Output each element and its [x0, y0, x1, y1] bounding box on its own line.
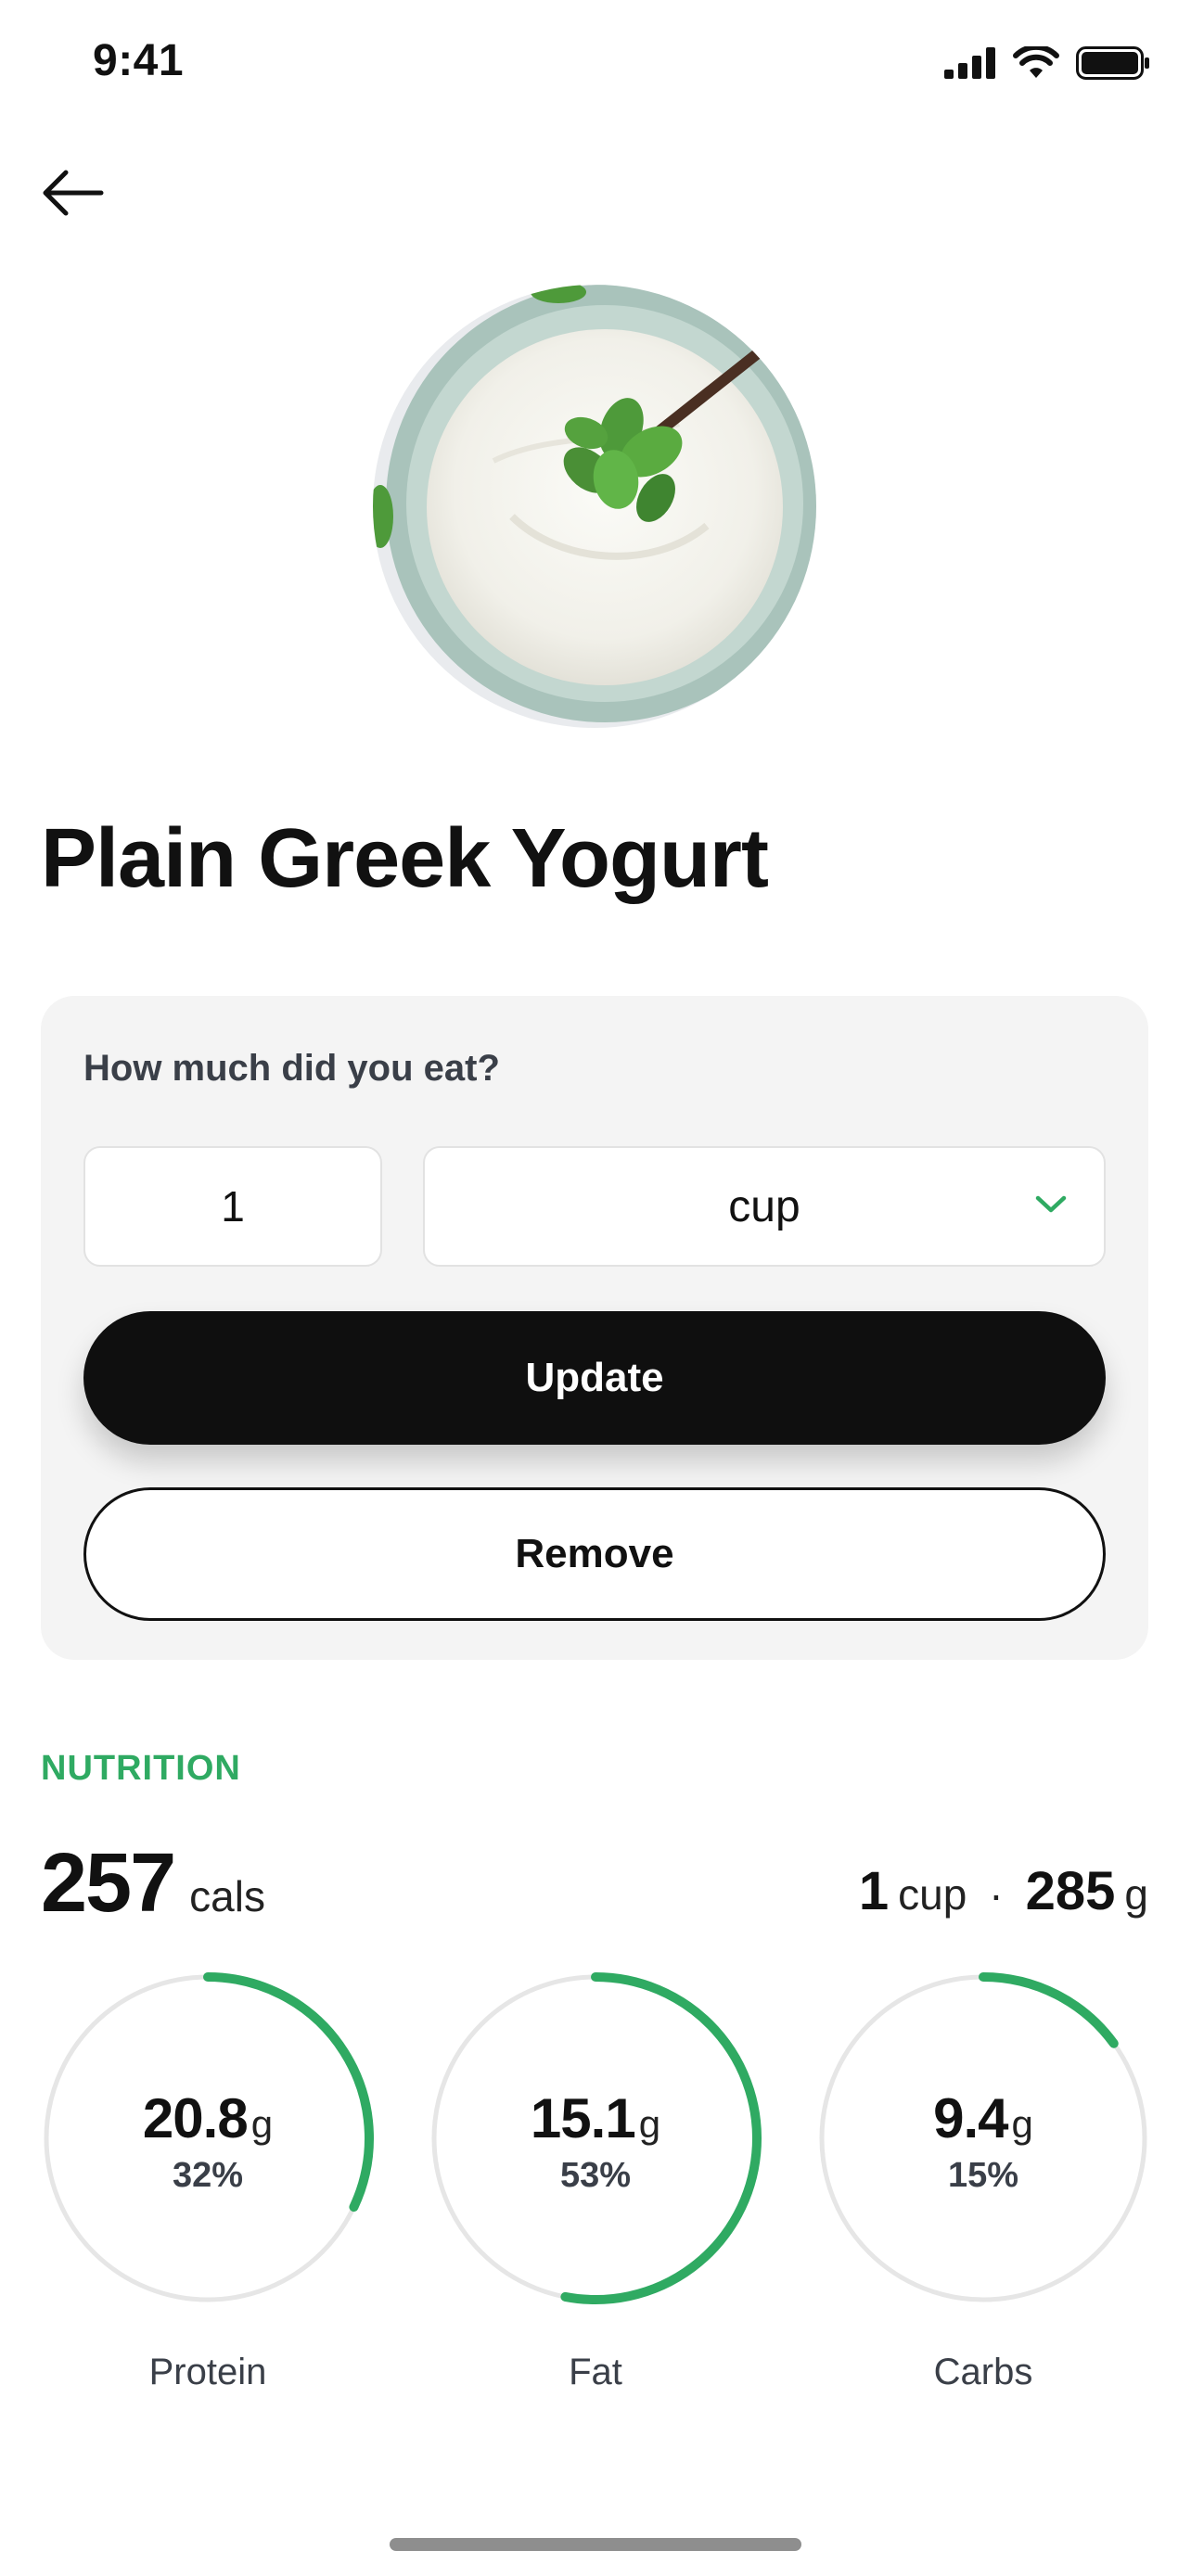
quantity-input[interactable]: 1 [83, 1146, 382, 1267]
macro-value: 15.1 [530, 2087, 636, 2149]
food-detail-screen: 9:41 Plain Greek Yogurt How much did you… [0, 0, 1191, 2576]
arrow-left-icon [43, 170, 104, 216]
serving-quantity: 1 [858, 1861, 890, 1921]
calories-summary: 257 cals [41, 1836, 265, 1932]
home-indicator [390, 2538, 801, 2551]
macro-percent: 15% [947, 2156, 1019, 2195]
unit-value: cup [728, 1181, 800, 1231]
calories-unit: cals [189, 1872, 265, 1920]
wifi-icon [1013, 46, 1059, 78]
back-button[interactable] [37, 162, 108, 223]
calories-value: 257 [41, 1837, 176, 1930]
macro-percent: 53% [559, 2156, 632, 2195]
chevron-down-icon [1035, 1195, 1067, 1213]
macro-ring-progress [979, 1972, 1119, 2048]
macro-percent: 32% [172, 2156, 244, 2195]
portion-card: How much did you eat? 1 cup Update Remov… [41, 996, 1148, 1660]
status-bar: 9:41 [0, 0, 1191, 130]
food-title: Plain Greek Yogurt [41, 812, 769, 905]
cellular-signal-icon [944, 47, 995, 79]
quantity-value: 1 [221, 1182, 245, 1231]
update-button[interactable]: Update [83, 1311, 1106, 1445]
macro-unit: g [250, 2102, 274, 2146]
serving-weight: 285 [1025, 1861, 1116, 1921]
serving-separator: · [989, 1870, 1004, 1919]
macro-label: Carbs [933, 2352, 1033, 2392]
battery-icon [1076, 46, 1149, 80]
macro-unit: g [1011, 2102, 1033, 2146]
macro-value: 20.8 [142, 2087, 249, 2149]
macro-unit: g [638, 2102, 661, 2146]
portion-question: How much did you eat? [83, 1048, 500, 1089]
macro-fat: 15.1g 53% Fat [429, 1971, 762, 2392]
food-photo [373, 285, 816, 728]
macro-label: Fat [569, 2352, 622, 2392]
serving-info: 1 cup · 285 g [859, 1860, 1148, 1922]
macro-value: 9.4 [933, 2087, 1008, 2149]
status-time: 9:41 [93, 36, 185, 85]
remove-button[interactable]: Remove [83, 1487, 1106, 1621]
macro-label: Protein [148, 2352, 267, 2392]
yogurt-bowl-image [373, 285, 816, 728]
serving-weight-unit: g [1124, 1870, 1148, 1919]
macro-carbs: 9.4g 15% Carbs [816, 1971, 1150, 2392]
status-icons [944, 46, 1150, 80]
nutrition-heading: NUTRITION [41, 1749, 241, 1788]
macro-protein: 20.8g 32% Protein [41, 1971, 375, 2392]
unit-select[interactable]: cup [423, 1146, 1106, 1267]
serving-unit: cup [898, 1870, 967, 1919]
